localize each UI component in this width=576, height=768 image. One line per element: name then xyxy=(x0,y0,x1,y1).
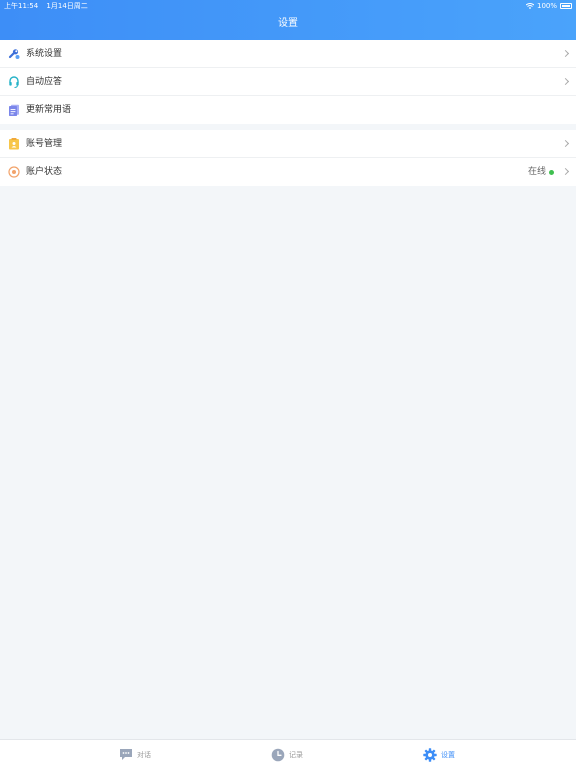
gear-icon xyxy=(423,747,437,762)
tab-bar: 对话 记录 设置 xyxy=(0,739,576,768)
nav-header: 上午11:54 1月14日周二 100% 设置 xyxy=(0,0,576,40)
tab-chat[interactable]: 对话 xyxy=(119,740,151,768)
settings-item-label: 系统设置 xyxy=(26,49,63,59)
document-icon xyxy=(9,104,19,116)
settings-item-account-status[interactable]: 账户状态 在线 xyxy=(0,158,576,186)
settings-item-label: 账号管理 xyxy=(26,139,63,149)
chevron-right-icon xyxy=(561,49,570,58)
settings-item-label: 账户状态 xyxy=(26,167,63,177)
online-dot xyxy=(549,170,554,175)
chevron-right-icon xyxy=(561,167,570,176)
tab-records[interactable]: 记录 xyxy=(271,740,303,768)
clock-icon xyxy=(271,748,285,761)
chat-icon xyxy=(120,749,132,760)
id-card-icon xyxy=(9,138,19,150)
headset-icon xyxy=(9,76,19,88)
wifi-icon xyxy=(525,3,534,9)
tab-settings[interactable]: 设置 xyxy=(423,740,455,768)
settings-item-label: 自动应答 xyxy=(26,77,63,87)
battery-percent: 100% xyxy=(536,2,557,10)
wrench-icon xyxy=(8,49,20,59)
status-date: 1月14日周二 xyxy=(46,2,88,10)
settings-item-label: 更新常用语 xyxy=(26,105,72,115)
settings-group-general: 系统设置 自动应答 更新常用语 xyxy=(0,40,576,124)
chevron-right-icon xyxy=(561,139,570,148)
account-status-value: 在线 xyxy=(527,167,546,177)
tab-label: 设置 xyxy=(441,750,455,759)
tab-label: 记录 xyxy=(289,750,303,759)
settings-item-system[interactable]: 系统设置 xyxy=(0,40,576,68)
page-title: 设置 xyxy=(278,18,298,29)
status-bar: 上午11:54 1月14日周二 100% xyxy=(0,0,576,12)
tab-label: 对话 xyxy=(137,750,151,759)
battery-icon xyxy=(560,3,572,9)
status-time: 上午11:54 xyxy=(4,2,39,10)
settings-group-account: 账号管理 账户状态 在线 xyxy=(0,130,576,186)
settings-item-account-management[interactable]: 账号管理 xyxy=(0,130,576,158)
settings-item-auto-reply[interactable]: 自动应答 xyxy=(0,68,576,96)
status-circle-icon xyxy=(8,166,20,178)
chevron-right-icon xyxy=(561,77,570,86)
settings-item-update-phrases[interactable]: 更新常用语 xyxy=(0,96,576,124)
